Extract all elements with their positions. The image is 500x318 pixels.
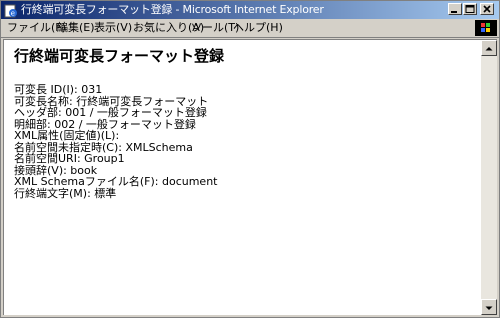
minimize-icon	[451, 11, 457, 13]
ie-page-icon: e	[4, 3, 18, 18]
field-line: ヘッダ部: 001 / 一般フォーマット登録	[14, 106, 207, 119]
vertical-scrollbar[interactable]	[481, 40, 497, 315]
field-line: 行終端文字(M): 標準	[14, 186, 117, 200]
maximize-icon	[465, 5, 475, 13]
scroll-up-button[interactable]	[481, 40, 497, 56]
title-bar[interactable]: e 行終端可変長フォーマット登録 - Microsoft Internet Ex…	[1, 1, 499, 19]
scrollbar-track[interactable]	[481, 56, 497, 299]
maximize-button[interactable]	[463, 3, 477, 15]
browser-window: e 行終端可変長フォーマット登録 - Microsoft Internet Ex…	[0, 0, 500, 318]
menu-bar: ファイル(F) 編集(E) 表示(V) お気に入り(A) ツール(T) ヘルプ(…	[1, 19, 499, 38]
scroll-down-button[interactable]	[481, 299, 497, 315]
field-line: 可変長 ID(I): 031	[14, 83, 103, 96]
menu-help[interactable]: ヘルプ(H)	[233, 21, 283, 35]
close-button[interactable]	[480, 3, 494, 15]
field-line: XML属性(固定値)(L):	[14, 129, 120, 142]
page-viewport: 行終端可変長フォーマット登録 可変長 ID(I): 031 可変長名称: 行終端…	[3, 39, 497, 315]
arrow-up-icon	[485, 47, 493, 51]
page-content: 行終端可変長フォーマット登録 可変長 ID(I): 031 可変長名称: 行終端…	[14, 46, 474, 199]
minimize-button[interactable]	[448, 3, 462, 15]
svg-text:e: e	[11, 10, 15, 18]
menu-view[interactable]: 表示(V)	[94, 21, 132, 35]
arrow-down-icon	[485, 306, 493, 310]
field-line: XML Schemaファイル名(F): document	[14, 175, 218, 188]
field-line: 名前空間URI: Group1	[14, 152, 125, 165]
page-title: 行終端可変長フォーマット登録	[14, 47, 225, 65]
ie-throbber-logo	[475, 20, 497, 36]
menu-edit[interactable]: 編集(E)	[57, 21, 95, 35]
window-title: 行終端可変長フォーマット登録 - Microsoft Internet Expl…	[21, 3, 324, 16]
close-icon	[483, 5, 491, 13]
windows-logo-icon	[481, 23, 490, 32]
